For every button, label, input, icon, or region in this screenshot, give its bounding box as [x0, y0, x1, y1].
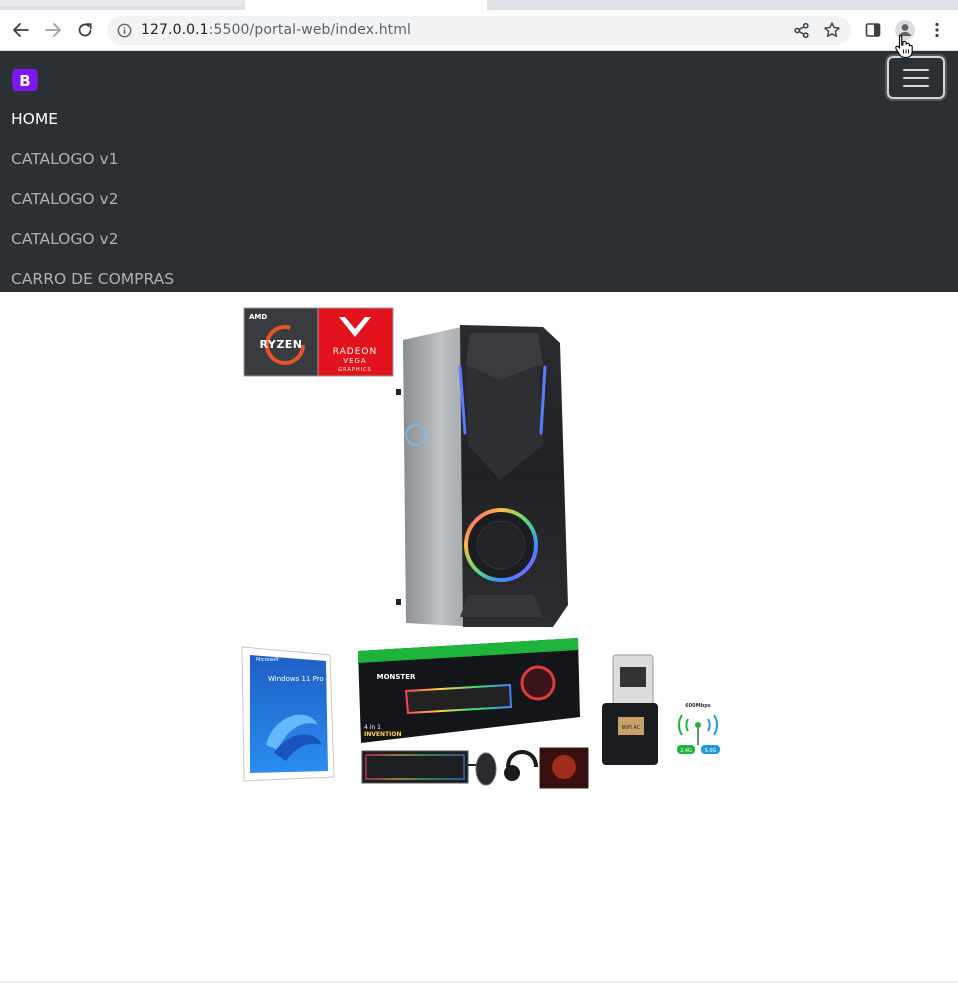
address-bar[interactable]: 127.0.0.1:5500/portal-web/index.html	[107, 16, 851, 45]
wifi-band-5g: 5.0G	[705, 748, 717, 754]
radeon-label: RADEON	[333, 347, 377, 357]
nav-item-home[interactable]: HOME	[11, 106, 174, 146]
wifi-speed-badge: 600Mbps 2.4G 5.0G	[677, 703, 720, 754]
monster-gaming-combo-box: MONSTER 4 in 1 INVENTION	[358, 638, 580, 743]
nav-item-catalogo-v1[interactable]: CATALOGO v1	[11, 146, 174, 186]
radeon-vega-badge: RADEON VEGA GRAPHICS	[317, 307, 394, 377]
tab-strip	[0, 0, 958, 10]
forward-button[interactable]	[41, 18, 65, 42]
nav-item-catalogo-v2[interactable]: CATALOGO v2	[11, 186, 174, 226]
kebab-menu-icon	[935, 22, 939, 38]
wifi-speed-label: 600Mbps	[685, 703, 711, 709]
side-panel-button[interactable]	[861, 18, 885, 42]
nav-menu: HOME CATALOGO v1 CATALOGO v2 CATALOGO v2…	[11, 106, 174, 292]
combo-subtitle: 4 in 1	[364, 724, 381, 731]
reload-button[interactable]	[73, 18, 97, 42]
pc-tower-case	[396, 325, 568, 627]
keyboard-mouse-headset-mousepad	[361, 747, 589, 789]
combo-sub2: INVENTION	[364, 731, 401, 738]
arrow-left-icon	[13, 23, 29, 37]
adapter-label: WiFi AC	[622, 725, 641, 731]
microsoft-label: Microsoft	[256, 657, 279, 663]
url-path: :5500/portal-web/index.html	[208, 22, 411, 38]
site-navbar: B HOME CATALOGO v1 CATALOGO v2 CATALOGO …	[0, 51, 958, 292]
url-host: 127.0.0.1	[141, 22, 209, 38]
back-button[interactable]	[9, 18, 33, 42]
side-panel-icon	[865, 23, 881, 37]
brand-letter: B	[19, 72, 30, 90]
url-text[interactable]: 127.0.0.1:5500/portal-web/index.html	[141, 22, 411, 39]
combo-brand-label: MONSTER	[377, 673, 416, 681]
arrow-right-icon	[45, 23, 61, 37]
hero-product-bundle-image: AMD RYZEN RADEON VEGA GRAPHICS Microsoft…	[241, 307, 720, 789]
windows-label: Windows 11 Pro	[268, 675, 324, 683]
bookmark-star-icon[interactable]	[823, 21, 841, 39]
pointer-hand-cursor-icon	[895, 34, 913, 59]
amd-ryzen-badge: AMD RYZEN	[243, 307, 319, 377]
hamburger-icon	[903, 68, 929, 88]
amd-label: AMD	[249, 313, 267, 321]
usb-wifi-adapter: WiFi AC	[602, 654, 658, 765]
browser-toolbar: 127.0.0.1:5500/portal-web/index.html	[0, 10, 958, 51]
navbar-toggler-button[interactable]	[887, 56, 945, 99]
nav-item-carro-de-compras[interactable]: CARRO DE COMPRAS	[11, 266, 174, 292]
share-icon[interactable]	[793, 22, 810, 39]
tab-strip-empty	[487, 0, 958, 10]
wifi-band-2g: 2.4G	[680, 748, 692, 754]
windows-11-pro-box: Microsoft Windows 11 Pro	[241, 646, 335, 782]
info-icon[interactable]	[117, 23, 132, 38]
reload-icon	[78, 23, 92, 37]
browser-tab-active[interactable]	[245, 0, 487, 10]
nav-item-catalogo-v2-second[interactable]: CATALOGO v2	[11, 226, 174, 266]
menu-button[interactable]	[925, 18, 949, 42]
bootstrap-brand-logo[interactable]: B	[11, 68, 39, 93]
browser-tab-inactive[interactable]	[0, 0, 245, 6]
ryzen-label: RYZEN	[259, 338, 302, 351]
graphics-label: GRAPHICS	[338, 367, 371, 373]
vega-label: VEGA	[343, 357, 366, 365]
